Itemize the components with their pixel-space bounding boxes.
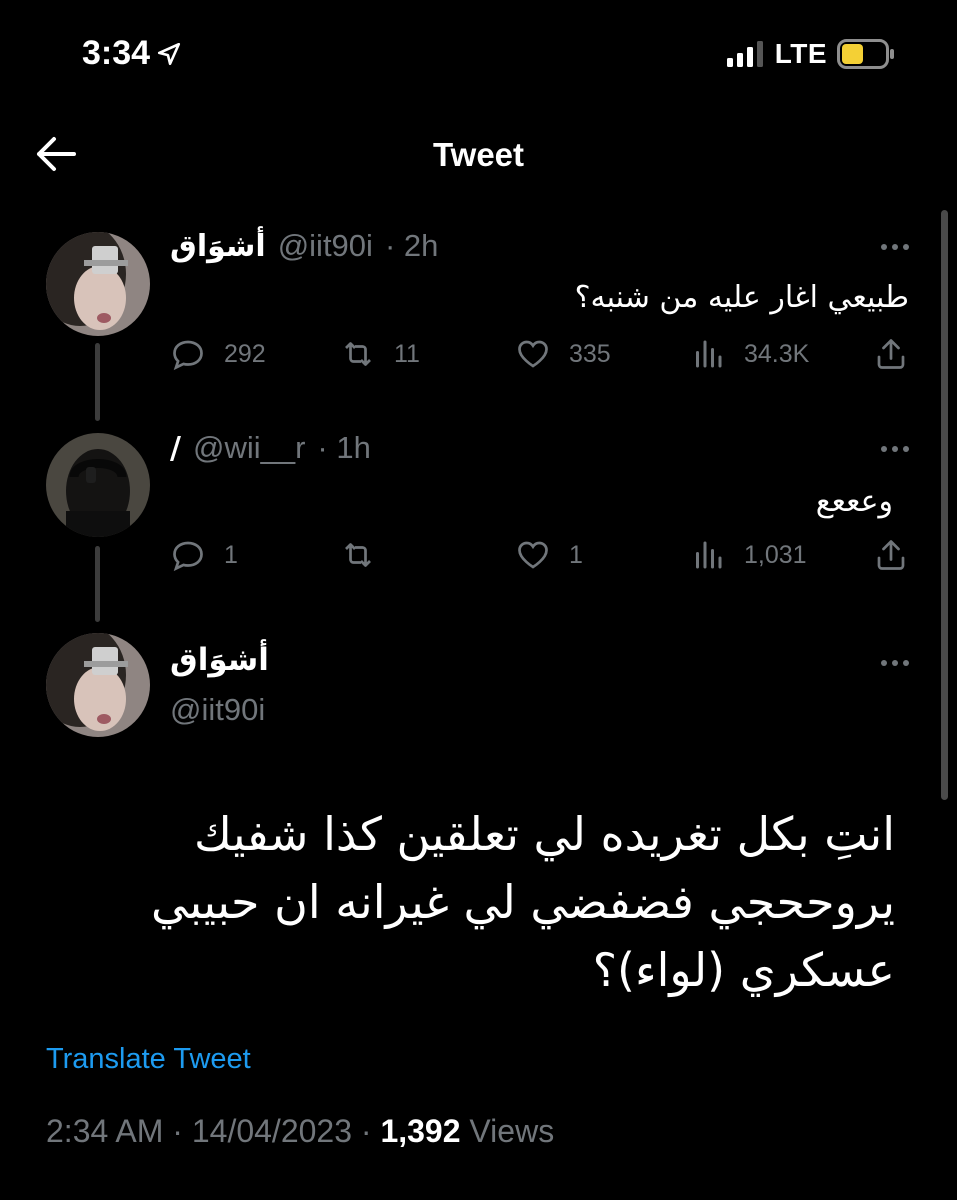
translate-tweet-link[interactable]: Translate Tweet [46, 1043, 251, 1076]
heart-icon [518, 340, 548, 368]
reply-icon [173, 541, 203, 572]
tweet-metadata: 2:34 AM · 14/04/2023 · 1,392 Views [46, 1113, 554, 1150]
tweet-screen: 3:34 LTE Tweet أشوَاق @iit90i · 2h طبيعي… [0, 0, 957, 1200]
display-name[interactable]: أشوَاق [170, 229, 266, 264]
views-button[interactable]: 34.3K [690, 336, 809, 372]
share-icon [877, 339, 905, 369]
avatar[interactable] [46, 232, 150, 336]
avatar[interactable] [46, 633, 150, 737]
more-options-icon[interactable] [881, 446, 909, 452]
like-count: 1 [569, 540, 583, 569]
like-button[interactable]: 335 [515, 336, 611, 372]
tweet-header: أشوَاق @iit90i · 2h [170, 228, 438, 264]
share-icon [877, 540, 905, 570]
views-label: Views [469, 1113, 555, 1149]
more-options-icon[interactable] [881, 660, 909, 666]
status-indicators: LTE [726, 38, 895, 70]
reply-button[interactable]: 1 [170, 537, 238, 573]
scrollbar[interactable] [941, 210, 948, 800]
retweet-icon [345, 342, 371, 366]
views-total: 1,392 [380, 1113, 461, 1149]
display-name[interactable]: / [170, 431, 181, 466]
retweet-button[interactable]: 11 [340, 336, 420, 372]
battery-icon [837, 39, 894, 69]
user-handle[interactable]: @iit90i [278, 228, 373, 264]
tweet-timestamp: 2:34 AM · 14/04/2023 · [46, 1113, 372, 1149]
views-button[interactable]: 1,031 [690, 537, 807, 573]
tweet-time: · 1h [317, 430, 371, 465]
views-chart-icon [696, 340, 722, 368]
tweet-actions: 1 1 1,031 [170, 537, 909, 577]
retweet-button[interactable] [340, 537, 394, 573]
page-title: Tweet [432, 136, 525, 173]
like-button[interactable]: 1 [515, 537, 583, 573]
display-name[interactable]: أشوَاق [170, 642, 269, 678]
reply-count: 292 [224, 339, 266, 368]
tweet-line: يروححجي فضفضي لي غيرانه ان حبيبي [151, 875, 895, 929]
status-time-text: 3:34 [82, 34, 151, 72]
tweet-header: / @wii__r · 1h [170, 430, 371, 466]
status-time: 3:34 [82, 34, 182, 73]
location-arrow-icon [158, 42, 181, 65]
views-chart-icon [696, 541, 722, 569]
retweet-icon [345, 543, 371, 567]
tweet-text: وعععع [815, 484, 893, 519]
more-options-icon[interactable] [881, 244, 909, 250]
views-count: 34.3K [744, 339, 810, 368]
tweet-time: · 2h [384, 228, 439, 263]
tweet-line: انتِ بكل تغريده لي تعلقين كذا شفيك [194, 807, 895, 861]
retweet-count: 11 [394, 339, 420, 368]
tweet-actions: 292 11 335 34.3K [170, 336, 909, 376]
views-count: 1,031 [744, 540, 807, 569]
heart-icon [518, 541, 548, 569]
cellular-signal-icon [726, 41, 763, 67]
avatar[interactable] [46, 433, 150, 537]
share-button[interactable] [873, 336, 909, 372]
tweet-line: عسكري (لواء)؟ [592, 943, 895, 997]
reply-button[interactable]: 292 [170, 336, 266, 372]
network-type: LTE [774, 38, 827, 69]
share-button[interactable] [873, 537, 909, 573]
user-handle[interactable]: @iit90i [170, 692, 265, 728]
thread-line [95, 343, 100, 421]
main-tweet-text: انتِ بكل تغريده لي تعلقين كذا شفيك يروحح… [135, 800, 895, 1004]
user-handle[interactable]: @wii__r [193, 430, 305, 466]
thread-line [95, 546, 100, 622]
reply-count: 1 [224, 540, 238, 569]
tweet-text: طبيعي اغار عليه من شنبه؟ [574, 280, 909, 315]
like-count: 335 [569, 339, 611, 368]
reply-icon [173, 340, 203, 371]
